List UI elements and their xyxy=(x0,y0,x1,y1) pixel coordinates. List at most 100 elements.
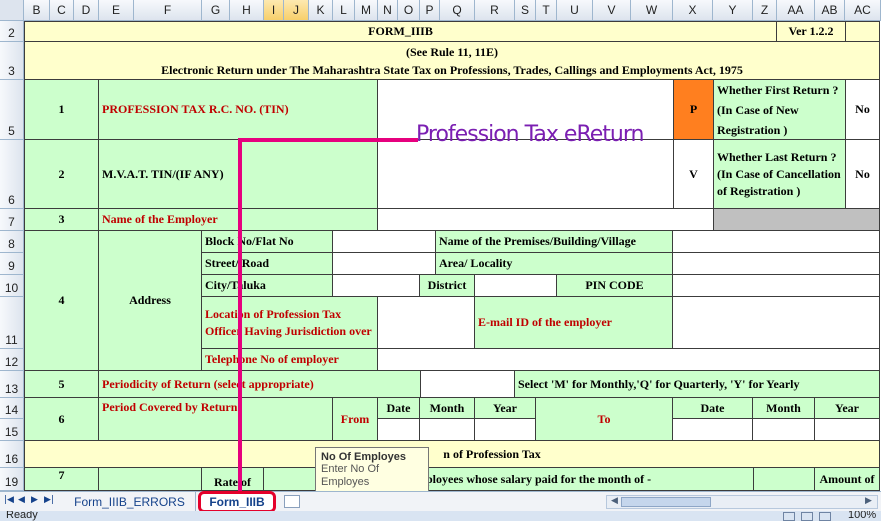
zoom-level[interactable]: 100% xyxy=(848,511,876,521)
column-header[interactable]: T xyxy=(536,0,557,21)
employer-name-input[interactable] xyxy=(377,208,714,231)
from-date-header: Date xyxy=(377,397,420,419)
first-return-select[interactable]: No xyxy=(845,79,880,140)
column-header[interactable]: G xyxy=(202,0,230,21)
row-header[interactable]: 13 xyxy=(0,371,24,398)
column-header[interactable]: AB xyxy=(815,0,845,21)
to-year-input[interactable] xyxy=(814,418,880,441)
column-header[interactable]: U xyxy=(557,0,593,21)
pt-officer-location-input[interactable] xyxy=(377,296,475,349)
column-header[interactable]: P xyxy=(420,0,440,21)
to-date-input[interactable] xyxy=(672,418,753,441)
periodicity-input[interactable] xyxy=(420,370,515,398)
tab-nav-first-icon[interactable]: |◀ xyxy=(4,495,14,507)
row-header[interactable]: 19 xyxy=(0,468,24,491)
column-header[interactable]: I xyxy=(264,0,284,21)
email-input[interactable] xyxy=(672,296,880,349)
district-input[interactable] xyxy=(474,274,557,297)
telephone-input[interactable] xyxy=(377,348,880,371)
column-header[interactable]: H xyxy=(230,0,264,21)
insert-sheet-icon[interactable] xyxy=(284,495,300,508)
row-header[interactable]: 11 xyxy=(0,297,24,349)
row-header[interactable]: 12 xyxy=(0,349,24,371)
column-header[interactable]: X xyxy=(673,0,713,21)
column-header[interactable]: B xyxy=(24,0,50,21)
column-header[interactable]: Z xyxy=(753,0,777,21)
status-ready: Ready xyxy=(6,511,38,521)
rate-header: Rate of xyxy=(201,467,264,491)
row-header[interactable]: 15 xyxy=(0,419,24,441)
column-header[interactable]: D xyxy=(74,0,99,21)
annotation-line-horizontal xyxy=(238,138,418,142)
pin-code-input[interactable] xyxy=(672,274,880,297)
page-break-view-icon[interactable] xyxy=(819,512,831,521)
first-return-flag: P xyxy=(673,79,714,140)
select-all-corner[interactable] xyxy=(0,0,24,21)
to-month-input[interactable] xyxy=(752,418,815,441)
sheet-tab-bar: |◀ ◀ ▶ ▶| Form_IIIB_ERRORS Form_IIIB ◀ ▶ xyxy=(0,491,881,513)
column-header[interactable]: E xyxy=(99,0,134,21)
column-header[interactable]: M xyxy=(355,0,378,21)
column-header[interactable]: R xyxy=(475,0,515,21)
column-header[interactable]: V xyxy=(593,0,631,21)
district-label: District xyxy=(419,274,475,297)
last-return-select[interactable]: No xyxy=(845,139,880,209)
column-header[interactable]: AA xyxy=(777,0,815,21)
first-return-label: Whether First Return ? (In Case of New R… xyxy=(713,79,846,140)
row-header[interactable]: 8 xyxy=(0,231,24,253)
column-header[interactable]: O xyxy=(398,0,420,21)
tab-form-iiib[interactable]: Form_IIIB xyxy=(198,491,276,513)
annotation-label: Profession Tax eReturn xyxy=(416,122,644,147)
row-header[interactable]: 9 xyxy=(0,253,24,275)
row-header[interactable]: 7 xyxy=(0,209,24,231)
row-header[interactable]: 6 xyxy=(0,140,24,209)
title-blank xyxy=(845,21,880,42)
scroll-right-icon[interactable]: ▶ xyxy=(865,496,875,508)
from-date-input[interactable] xyxy=(377,418,420,441)
premises-input[interactable] xyxy=(672,230,880,253)
last-return-label: Whether Last Return ? (In Case of Cancel… xyxy=(713,139,846,209)
periodicity-hint: Select 'M' for Monthly,'Q' for Quarterly… xyxy=(514,370,880,398)
column-header[interactable]: K xyxy=(309,0,333,21)
column-header[interactable]: S xyxy=(515,0,536,21)
scroll-left-icon[interactable]: ◀ xyxy=(611,496,621,508)
row-header[interactable]: 3 xyxy=(0,42,24,80)
to-date-header: Date xyxy=(672,397,753,419)
tab-nav-last-icon[interactable]: ▶| xyxy=(44,495,56,507)
column-header[interactable]: Q xyxy=(440,0,475,21)
block-input[interactable] xyxy=(332,230,436,253)
from-year-input[interactable] xyxy=(474,418,536,441)
column-header[interactable]: AC xyxy=(845,0,881,21)
area-input[interactable] xyxy=(672,252,880,275)
scroll-thumb[interactable] xyxy=(621,497,711,507)
column-header[interactable]: F xyxy=(134,0,202,21)
horizontal-scrollbar[interactable]: ◀ ▶ xyxy=(606,495,878,509)
column-header[interactable]: L xyxy=(333,0,355,21)
pin-code-label: PIN CODE xyxy=(556,274,673,297)
column-header[interactable]: Y xyxy=(713,0,753,21)
tab-nav-next-icon[interactable]: ▶ xyxy=(31,495,40,507)
column-header[interactable]: N xyxy=(378,0,398,21)
column-header[interactable]: W xyxy=(631,0,673,21)
row-header[interactable]: 14 xyxy=(0,398,24,419)
from-month-input[interactable] xyxy=(419,418,475,441)
row-header[interactable]: 10 xyxy=(0,275,24,297)
page-layout-view-icon[interactable] xyxy=(801,512,813,521)
normal-view-icon[interactable] xyxy=(783,512,795,521)
blank-cell xyxy=(753,467,815,491)
tab-form-iiib-errors[interactable]: Form_IIIB_ERRORS xyxy=(64,492,196,511)
tab-nav-prev-icon[interactable]: ◀ xyxy=(18,495,27,507)
column-header[interactable]: J xyxy=(284,0,309,21)
to-month-header: Month xyxy=(752,397,815,419)
row-number: 4 xyxy=(24,230,99,371)
street-label: Street/ Road xyxy=(201,252,333,275)
row-header[interactable]: 16 xyxy=(0,441,24,468)
employees-header: ployees whose salary paid for the month … xyxy=(422,467,754,491)
column-header[interactable]: C xyxy=(50,0,74,21)
row-number: 2 xyxy=(24,139,99,209)
row-header[interactable]: 5 xyxy=(0,80,24,140)
row-header[interactable]: 2 xyxy=(0,21,24,42)
street-input[interactable] xyxy=(332,252,436,275)
row-number: 1 xyxy=(24,79,99,140)
city-input[interactable] xyxy=(332,274,420,297)
